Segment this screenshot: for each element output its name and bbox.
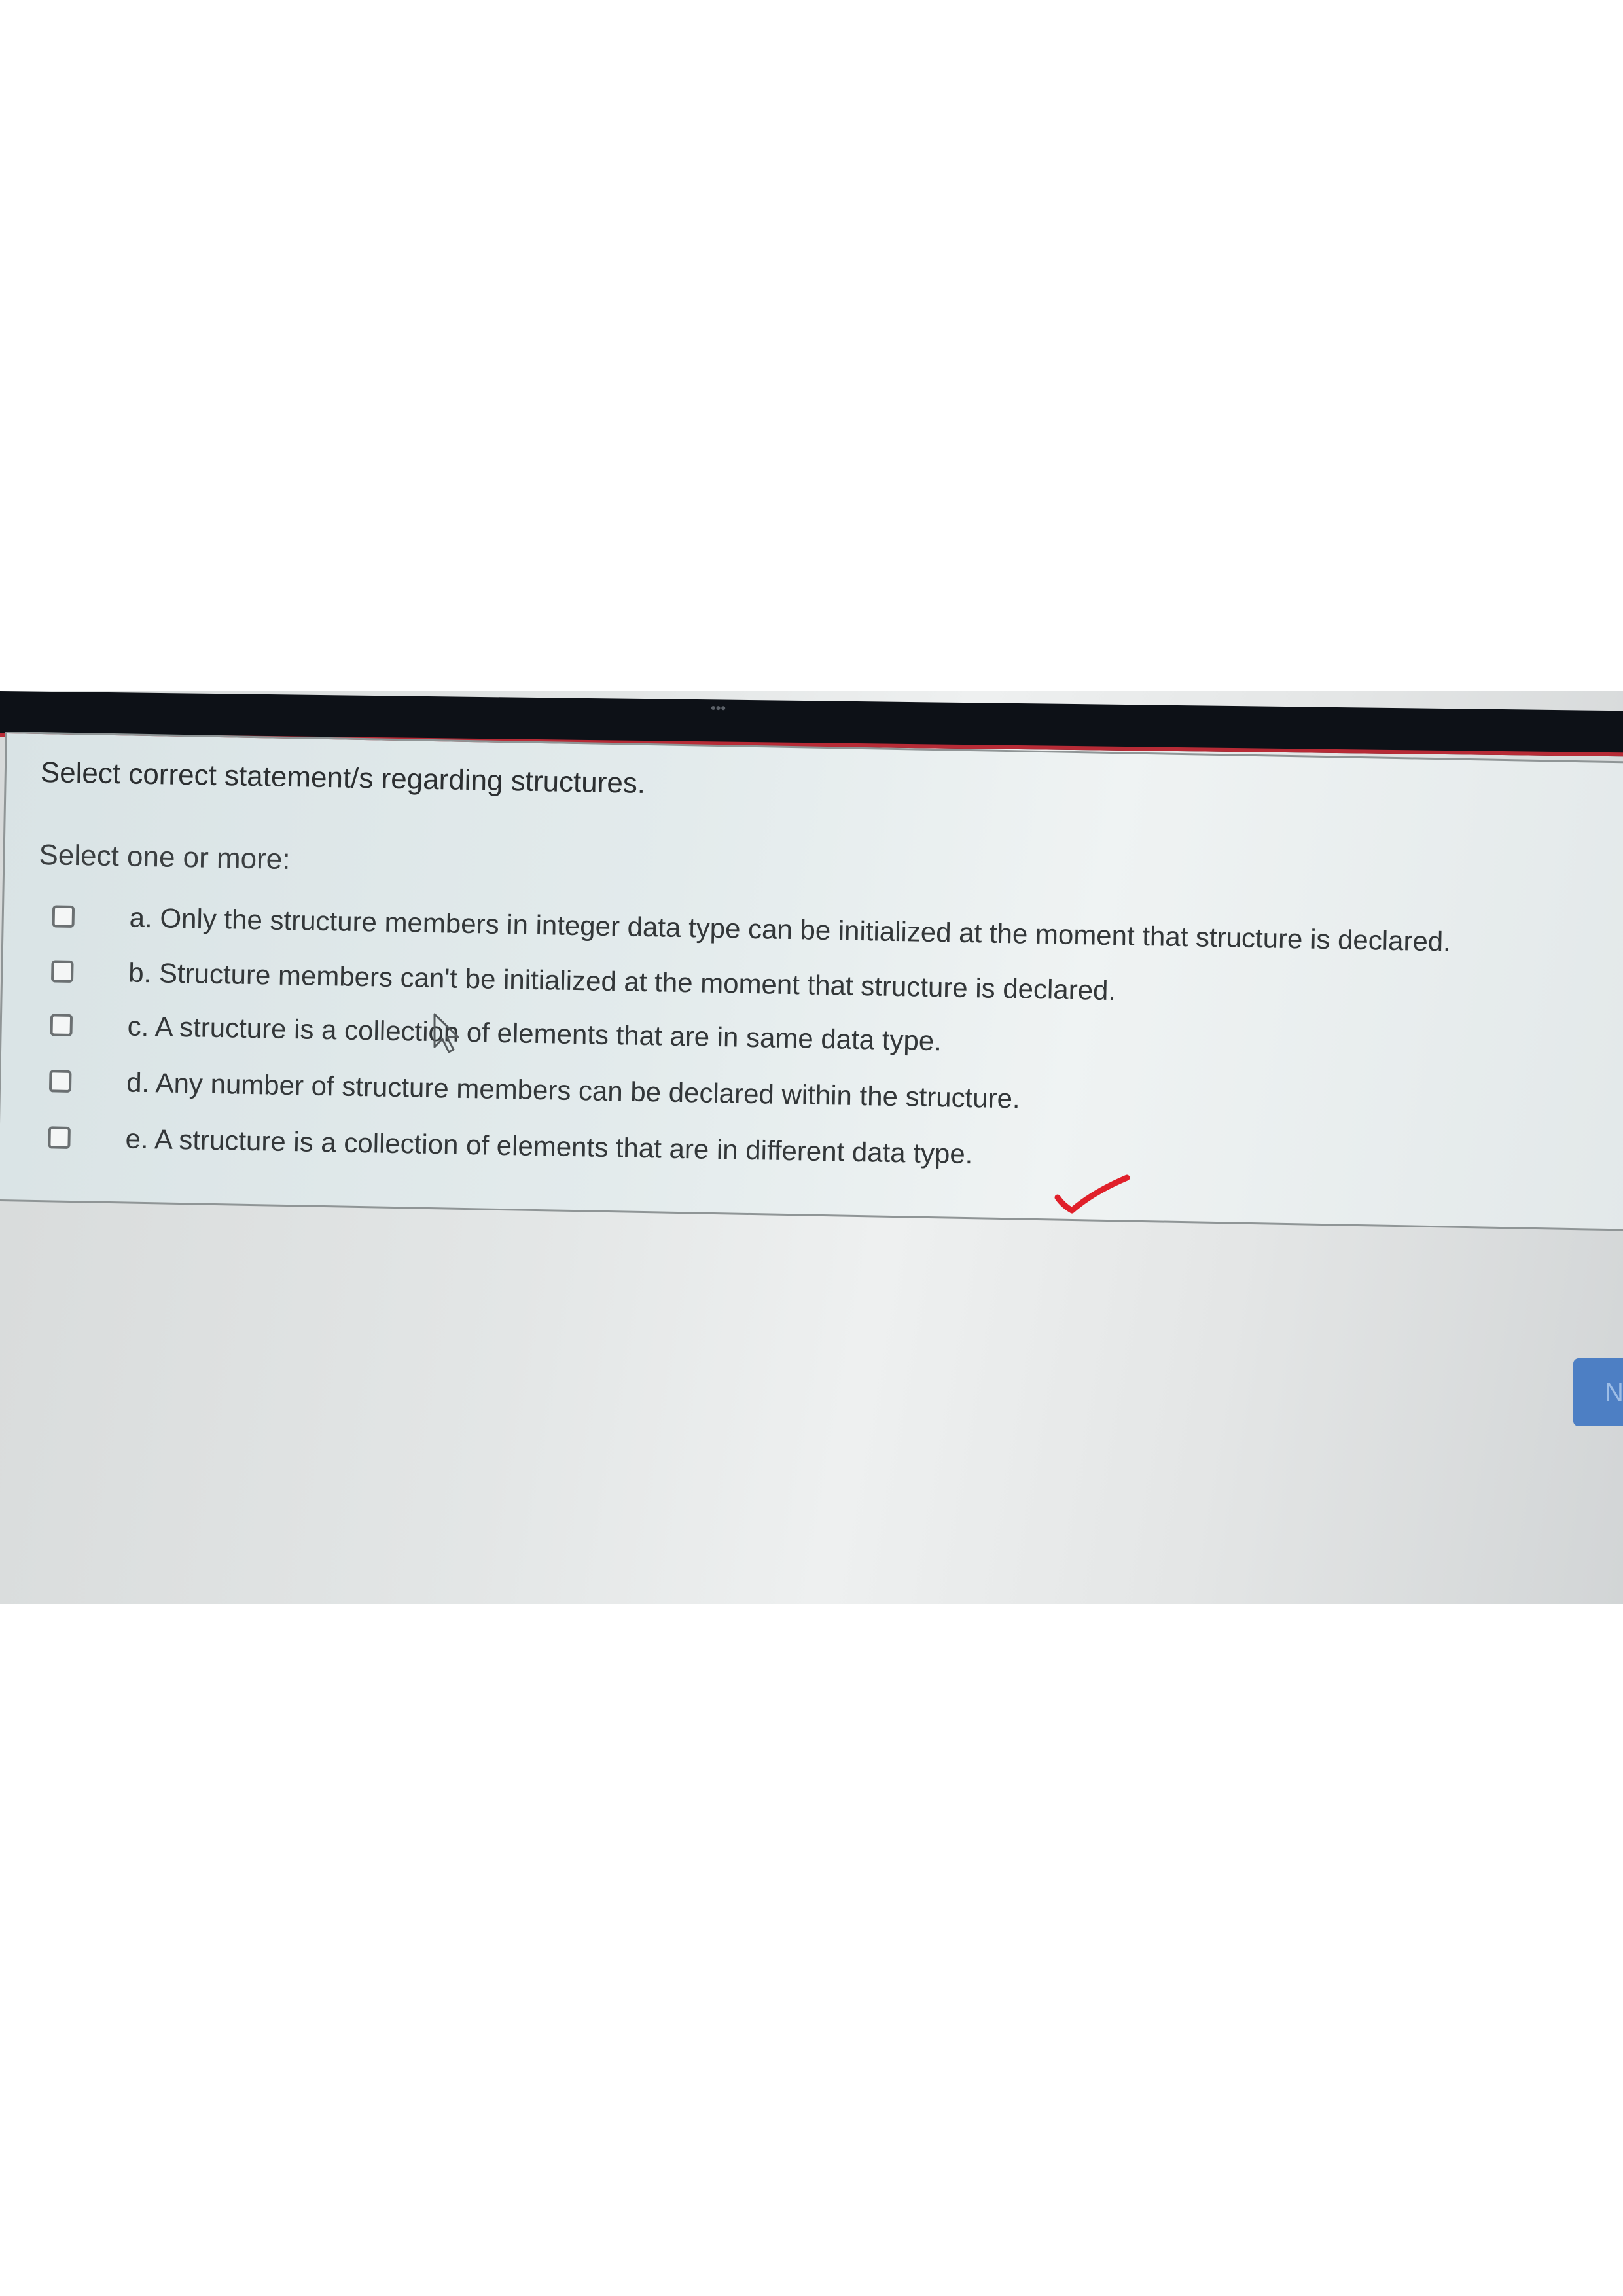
top-bar-dots: •••: [711, 699, 726, 716]
screen-photo: ••• Select correct statement/s regarding…: [0, 691, 1623, 1604]
option-d-label: d. Any number of structure members can b…: [126, 1067, 1021, 1114]
check-mark-icon: [1054, 1174, 1130, 1214]
next-button[interactable]: N: [1573, 1358, 1623, 1426]
question-card: Select correct statement/s regarding str…: [0, 732, 1623, 1232]
checkbox-option-d[interactable]: [48, 1070, 72, 1093]
option-e-label: e. A structure is a collection of elemen…: [125, 1123, 973, 1170]
option-a-label: a. Only the structure members in integer…: [129, 902, 1452, 957]
checkbox-option-e[interactable]: [48, 1126, 71, 1149]
checkbox-option-b[interactable]: [50, 960, 74, 983]
question-title: Select correct statement/s regarding str…: [40, 756, 646, 800]
checkbox-option-c[interactable]: [50, 1014, 73, 1036]
options-list: a. Only the structure members in integer…: [5, 889, 1623, 1169]
checkbox-option-a[interactable]: [52, 905, 75, 928]
option-c-label: c. A structure is a collection of elemen…: [127, 1010, 942, 1057]
select-hint: Select one or more:: [39, 838, 291, 876]
option-b-label: b. Structure members can't be initialize…: [128, 957, 1116, 1006]
mouse-cursor-icon: [433, 1013, 459, 1053]
